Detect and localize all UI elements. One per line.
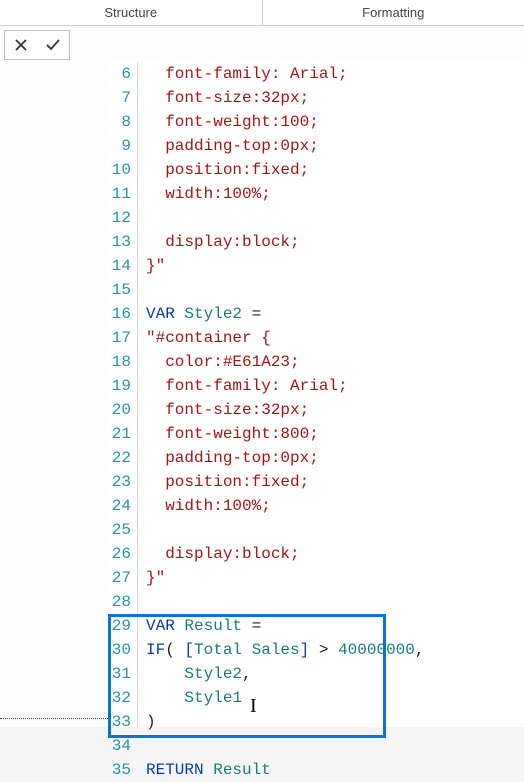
dotted-divider <box>0 718 108 719</box>
check-icon <box>45 37 61 53</box>
code-line[interactable] <box>146 278 424 302</box>
line-number: 34 <box>108 734 131 758</box>
line-number-gutter: 6789101112131415161718192021222324252627… <box>108 62 138 727</box>
code-lines[interactable]: font-family: Arial; font-size:32px; font… <box>138 62 424 727</box>
line-number: 31 <box>108 662 131 686</box>
code-line[interactable]: VAR Result = <box>146 614 424 638</box>
code-line[interactable]: font-family: Arial; <box>146 62 424 86</box>
code-line[interactable]: font-weight:100; <box>146 110 424 134</box>
line-number: 23 <box>108 470 131 494</box>
code-line[interactable]: padding-top:0px; <box>146 446 424 470</box>
left-gutter-spacer <box>0 60 108 727</box>
tab-structure[interactable]: Structure <box>0 0 263 25</box>
code-line[interactable]: }" <box>146 566 424 590</box>
line-number: 32 <box>108 686 131 710</box>
code-line[interactable]: padding-top:0px; <box>146 134 424 158</box>
line-number: 19 <box>108 374 131 398</box>
line-number: 25 <box>108 518 131 542</box>
line-number: 16 <box>108 302 131 326</box>
line-number: 7 <box>108 86 131 110</box>
line-number: 28 <box>108 590 131 614</box>
line-number: 18 <box>108 350 131 374</box>
code-line[interactable]: font-size:32px; <box>146 398 424 422</box>
line-number: 27 <box>108 566 131 590</box>
line-number: 29 <box>108 614 131 638</box>
tab-bar: Structure Formatting <box>0 0 524 26</box>
line-number: 35 <box>108 758 131 782</box>
code-line[interactable]: position:fixed; <box>146 158 424 182</box>
code-line[interactable]: }" <box>146 254 424 278</box>
line-number: 10 <box>108 158 131 182</box>
line-number: 30 <box>108 638 131 662</box>
tab-formatting[interactable]: Formatting <box>263 0 524 25</box>
line-number: 12 <box>108 206 131 230</box>
commit-button[interactable] <box>37 31 69 59</box>
line-number: 33 <box>108 710 131 734</box>
code-line[interactable]: IF( [Total Sales] > 40000000, <box>146 638 424 662</box>
code-line[interactable]: display:block; <box>146 230 424 254</box>
code-line[interactable]: color:#E61A23; <box>146 350 424 374</box>
code-line[interactable]: width:100%; <box>146 494 424 518</box>
code-line[interactable]: position:fixed; <box>146 470 424 494</box>
line-number: 13 <box>108 230 131 254</box>
code-line[interactable]: VAR Style2 = <box>146 302 424 326</box>
line-number: 20 <box>108 398 131 422</box>
line-number: 11 <box>108 182 131 206</box>
line-number: 6 <box>108 62 131 86</box>
code-line[interactable]: font-weight:800; <box>146 422 424 446</box>
code-line[interactable] <box>146 734 424 758</box>
code-line[interactable]: width:100%; <box>146 182 424 206</box>
line-number: 15 <box>108 278 131 302</box>
code-line[interactable]: font-family: Arial; <box>146 374 424 398</box>
close-icon <box>13 37 29 53</box>
code-line[interactable]: Style2, <box>146 662 424 686</box>
code-line[interactable]: RETURN Result <box>146 758 424 782</box>
code-line[interactable]: ) <box>146 710 424 734</box>
code-line[interactable]: Style1 <box>146 686 424 710</box>
code-line[interactable] <box>146 206 424 230</box>
code-area[interactable]: 6789101112131415161718192021222324252627… <box>108 60 524 727</box>
code-line[interactable]: display:block; <box>146 542 424 566</box>
line-number: 9 <box>108 134 131 158</box>
cancel-button[interactable] <box>5 31 37 59</box>
line-number: 14 <box>108 254 131 278</box>
confirm-cancel-group <box>4 30 70 60</box>
line-number: 21 <box>108 422 131 446</box>
code-line[interactable]: "#container { <box>146 326 424 350</box>
line-number: 17 <box>108 326 131 350</box>
code-line[interactable] <box>146 590 424 614</box>
line-number: 8 <box>108 110 131 134</box>
line-number: 24 <box>108 494 131 518</box>
line-number: 22 <box>108 446 131 470</box>
toolbar <box>0 26 524 60</box>
line-number: 26 <box>108 542 131 566</box>
code-line[interactable] <box>146 518 424 542</box>
code-line[interactable]: font-size:32px; <box>146 86 424 110</box>
editor: 6789101112131415161718192021222324252627… <box>0 60 524 727</box>
